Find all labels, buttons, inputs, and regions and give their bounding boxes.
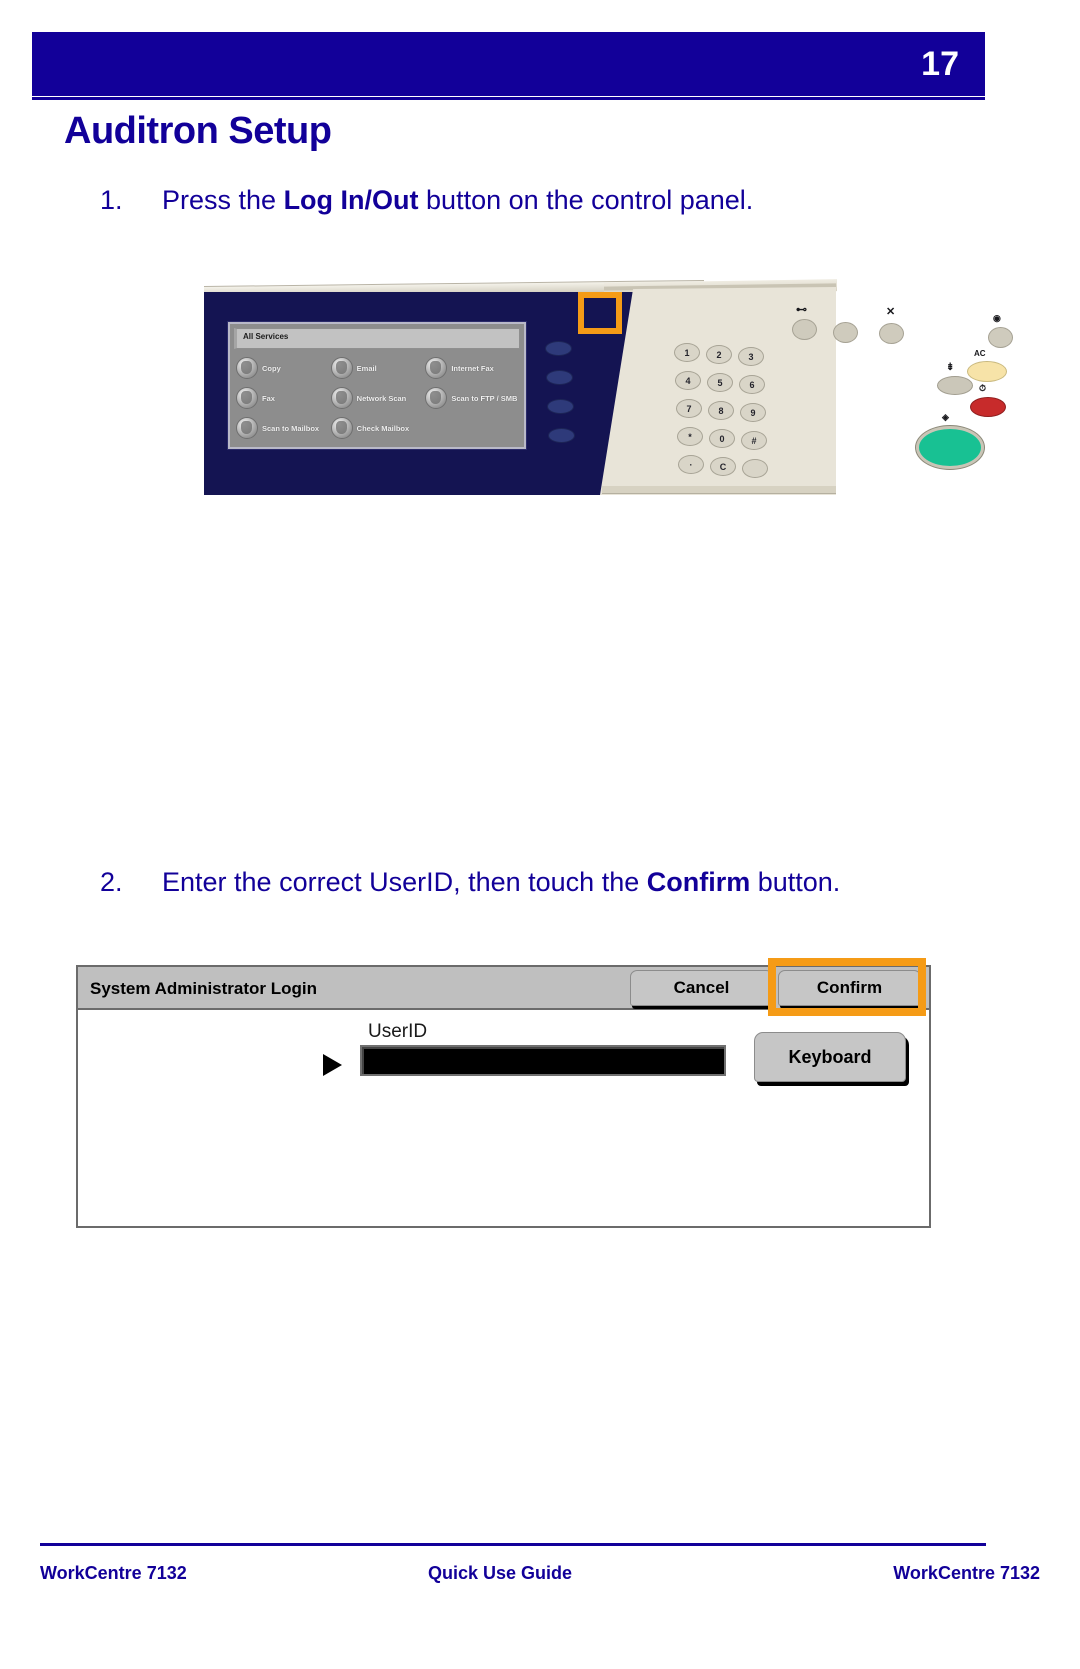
service-copy[interactable]: Copy: [236, 353, 331, 383]
step-2-text-before: Enter the correct UserID, then touch the: [162, 867, 647, 897]
step-2-text-after: button.: [750, 867, 841, 897]
clear-all-button[interactable]: [967, 361, 1007, 382]
scan-to-mailbox-icon: [236, 417, 258, 439]
service-label: Network Scan: [356, 393, 407, 403]
key-5[interactable]: 5: [707, 373, 733, 392]
step-2-text-bold: Confirm: [646, 867, 751, 897]
footer-center: Quick Use Guide: [428, 1563, 573, 1583]
key-2[interactable]: 2: [706, 345, 732, 364]
side-button-4[interactable]: [548, 428, 575, 443]
confirm-button-highlight: [768, 958, 926, 1016]
key-blank[interactable]: [742, 459, 768, 478]
userid-label: UserID: [368, 1021, 428, 1042]
start-button[interactable]: [916, 426, 984, 469]
interrupt-button[interactable]: [937, 376, 973, 395]
power-saver-icon: ◉: [993, 313, 1001, 323]
job-status-button[interactable]: [879, 323, 904, 344]
footer-right: WorkCentre 7132: [893, 1563, 1040, 1583]
log-in-out-button[interactable]: [792, 319, 817, 340]
fax-icon: [236, 387, 258, 409]
step-2-number: 2.: [100, 867, 123, 897]
service-fax[interactable]: Fax: [236, 383, 331, 413]
machine-status-button[interactable]: [833, 322, 858, 343]
key-3[interactable]: 3: [738, 347, 764, 366]
cancel-button[interactable]: Cancel: [630, 970, 773, 1006]
log-in-out-icon: ⊷: [796, 304, 807, 316]
service-empty-slot: [425, 413, 520, 443]
service-check-mailbox[interactable]: Check Mailbox: [330, 413, 426, 443]
step-1-number: 1.: [100, 185, 123, 215]
footer-rule: [40, 1543, 986, 1546]
step-1-text-before: Press the: [162, 185, 284, 215]
stop-button[interactable]: [970, 397, 1006, 417]
service-scan-to-mailbox[interactable]: Scan to Mailbox: [236, 413, 331, 443]
dialog-title: System Administrator Login: [90, 979, 318, 998]
start-icon: ◈: [942, 412, 949, 422]
service-label: Scan to Mailbox: [262, 423, 320, 433]
network-scan-icon: [330, 387, 353, 409]
service-scan-to-ftp-smb[interactable]: Scan to FTP / SMB: [425, 383, 520, 413]
key-7[interactable]: 7: [676, 399, 702, 418]
service-internet-fax[interactable]: Internet Fax: [425, 353, 520, 383]
service-label: Check Mailbox: [356, 423, 410, 433]
service-label: Scan to FTP / SMB: [451, 393, 518, 403]
page-number: 17: [921, 45, 959, 83]
key-0[interactable]: 0: [709, 429, 735, 448]
key-9[interactable]: 9: [740, 403, 766, 422]
header-rule: [32, 97, 985, 100]
check-mailbox-icon: [330, 417, 353, 439]
key-4[interactable]: 4: [675, 371, 701, 390]
key-8[interactable]: 8: [708, 401, 734, 420]
internet-fax-icon: [425, 357, 448, 379]
job-status-icon: ✕: [886, 306, 896, 318]
userid-pointer-icon: [323, 1054, 342, 1076]
step-1-text-after: button on the control panel.: [418, 185, 754, 215]
service-label: Internet Fax: [451, 363, 494, 373]
page-title: Auditron Setup: [64, 110, 332, 152]
side-button-2[interactable]: [546, 370, 573, 385]
userid-input[interactable]: [360, 1045, 726, 1076]
side-button-3[interactable]: [547, 399, 574, 414]
email-icon: [330, 357, 353, 379]
step-2: 2. Enter the correct UserID, then touch t…: [100, 866, 840, 898]
console-beige-bottom-edge: [602, 486, 836, 494]
dialog-body: UserID Keyboard: [78, 1010, 929, 1226]
numeric-keypad: 1 2 3 4 5 6 7 8 9 * 0 # · C: [674, 343, 772, 481]
header-bar: 17: [32, 32, 985, 96]
footer-left: WorkCentre 7132: [40, 1563, 187, 1583]
control-panel-illustration: All Services Copy Email Internet Fax Fax…: [204, 279, 1013, 495]
side-selector-buttons: [544, 341, 575, 451]
touchscreen-title: All Services: [243, 332, 289, 341]
key-c[interactable]: C: [710, 457, 736, 476]
service-label: Fax: [262, 393, 275, 403]
service-label: Email: [356, 363, 377, 373]
key-dot[interactable]: ·: [678, 455, 704, 474]
service-email[interactable]: Email: [330, 353, 426, 383]
interrupt-icon: ⇟: [946, 362, 955, 373]
side-button-1[interactable]: [545, 341, 572, 356]
copy-icon: [236, 357, 258, 379]
step-1-text-bold: Log In/Out: [283, 185, 419, 215]
keyboard-button[interactable]: Keyboard: [754, 1032, 906, 1082]
service-network-scan[interactable]: Network Scan: [330, 383, 426, 413]
power-saver-button[interactable]: [988, 327, 1013, 348]
key-1[interactable]: 1: [674, 343, 700, 362]
stop-icon: ⏱: [979, 383, 987, 393]
step-1: 1. Press the Log In/Out button on the con…: [100, 184, 753, 216]
key-asterisk[interactable]: *: [677, 427, 703, 446]
touchscreen-titlebar: All Services: [234, 328, 520, 349]
log-in-out-highlight: [578, 292, 622, 334]
service-label: Copy: [262, 363, 281, 373]
touchscreen[interactable]: All Services Copy Email Internet Fax Fax…: [228, 322, 526, 449]
key-6[interactable]: 6: [739, 375, 765, 394]
all-services-grid: Copy Email Internet Fax Fax Network Scan…: [234, 351, 520, 443]
scan-to-ftp-smb-icon: [425, 387, 448, 409]
key-hash[interactable]: #: [741, 431, 767, 450]
clear-all-icon: AC: [974, 349, 986, 358]
